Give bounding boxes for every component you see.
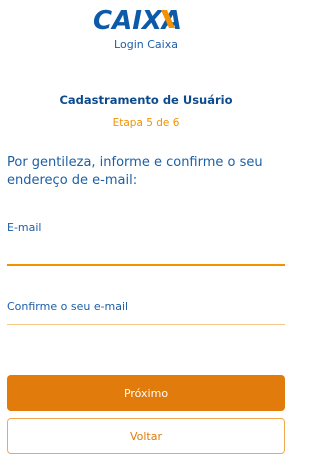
caixa-logo: CAIXA [0,4,292,34]
confirm-email-field-underline [7,324,285,325]
step-indicator: Etapa 5 de 6 [112,117,180,129]
email-label: E-mail [7,221,42,234]
email-field[interactable] [7,242,285,260]
instructions-text: Por gentileza, informe e confirme o seu … [7,155,263,188]
login-caixa-subtitle: Login Caixa [114,38,178,51]
back-button[interactable]: Voltar [7,418,285,454]
email-field-underline [7,264,285,266]
page-title: Cadastramento de Usuário [59,93,233,107]
next-button[interactable]: Próximo [7,375,285,411]
